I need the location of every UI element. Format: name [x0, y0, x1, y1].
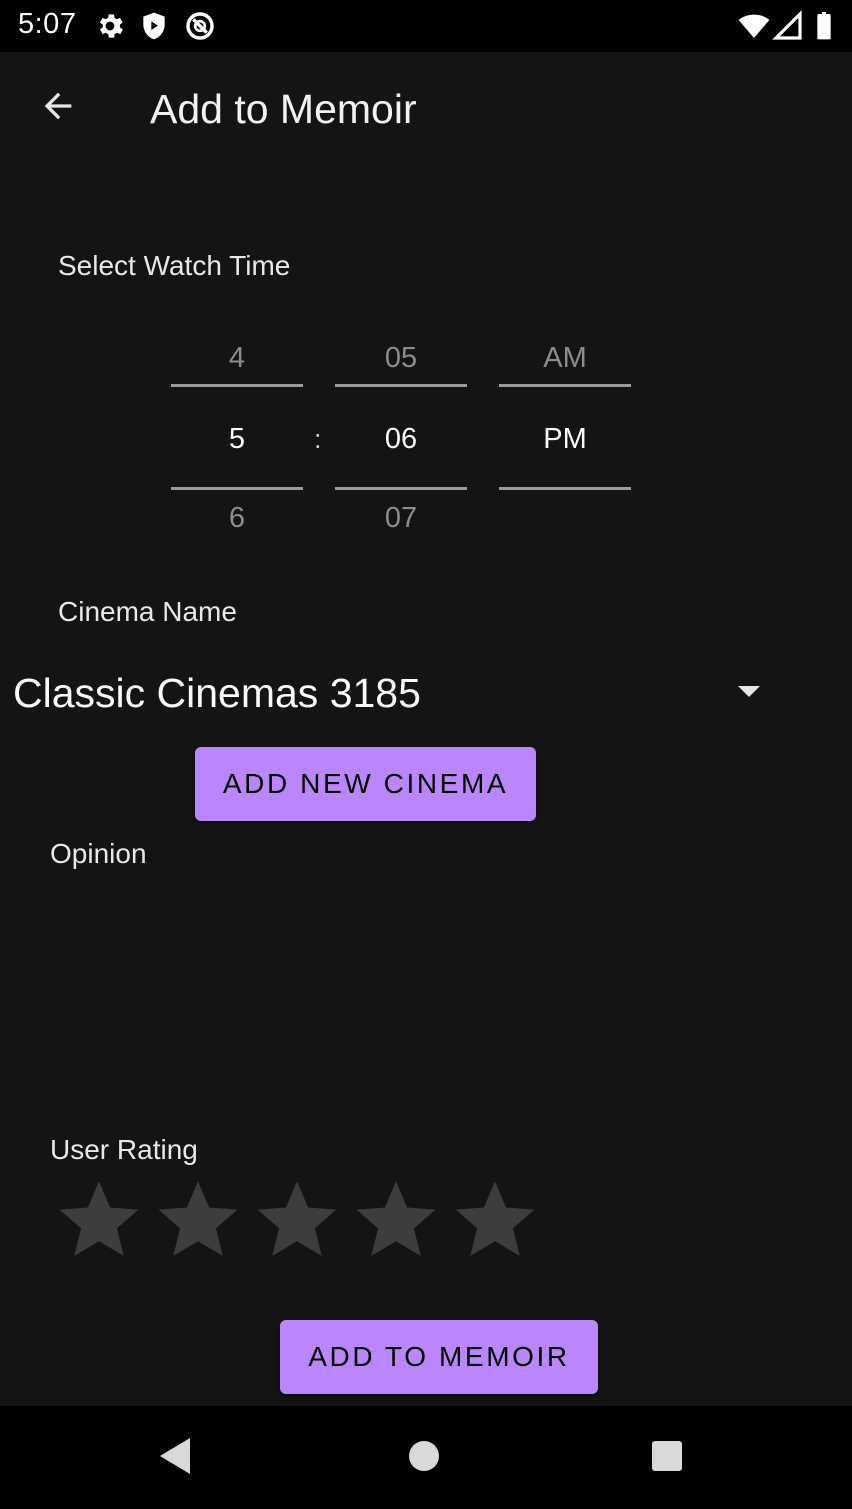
hour-prev[interactable]: 4 [171, 342, 303, 375]
shield-play-icon [138, 10, 170, 42]
home-circle-icon [407, 1439, 441, 1478]
recents-square-icon [651, 1440, 683, 1477]
ampm-prev[interactable]: AM [499, 342, 631, 375]
ampm-divider-top [499, 384, 631, 387]
hour-current[interactable]: 5 [171, 423, 303, 456]
minute-current[interactable]: 06 [335, 423, 467, 456]
settings-icon [94, 10, 126, 42]
ampm-divider-bottom [499, 487, 631, 490]
watch-time-label: Select Watch Time [58, 250, 291, 281]
opinion-input[interactable] [60, 880, 746, 1096]
star-icon[interactable] [254, 1176, 353, 1262]
signal-icon [772, 10, 804, 42]
screen: 5:07 Add to Memoir Select Watch Time 4 5… [0, 0, 852, 1509]
navigation-bar [0, 1406, 852, 1509]
back-triangle-icon [158, 1436, 194, 1481]
opinion-label: Opinion [50, 838, 147, 869]
nav-back-button[interactable] [150, 1432, 202, 1484]
wifi-icon [738, 10, 770, 42]
arrow-back-icon [38, 86, 78, 131]
cinema-selected-value: Classic Cinemas 3185 [13, 670, 421, 716]
status-bar: 5:07 [0, 0, 852, 52]
hour-divider-top [171, 384, 303, 387]
star-icon[interactable] [353, 1176, 452, 1262]
no-sim-icon [184, 10, 216, 42]
rating-bar[interactable] [56, 1176, 551, 1262]
star-icon[interactable] [452, 1176, 551, 1262]
ampm-picker[interactable]: AM PM [499, 330, 631, 540]
app-bar: Add to Memoir [0, 52, 852, 168]
back-button[interactable] [30, 80, 86, 136]
status-time: 5:07 [18, 8, 77, 40]
minute-picker[interactable]: 05 06 07 [335, 330, 467, 540]
star-icon[interactable] [155, 1176, 254, 1262]
user-rating-label: User Rating [50, 1134, 198, 1165]
hour-divider-bottom [171, 487, 303, 490]
minute-next[interactable]: 07 [335, 502, 467, 535]
battery-icon [808, 10, 840, 42]
ampm-current[interactable]: PM [499, 423, 631, 456]
cinema-name-label: Cinema Name [58, 596, 237, 627]
minute-divider-bottom [335, 487, 467, 490]
dropdown-arrow-icon [738, 686, 760, 697]
hour-next[interactable]: 6 [171, 502, 303, 535]
add-new-cinema-button[interactable]: ADD NEW CINEMA [195, 747, 536, 821]
nav-recents-button[interactable] [641, 1432, 693, 1484]
time-separator: : [314, 424, 322, 454]
cinema-dropdown[interactable]: Classic Cinemas 3185 [0, 662, 790, 728]
minute-divider-top [335, 384, 467, 387]
nav-home-button[interactable] [398, 1432, 450, 1484]
hour-picker[interactable]: 4 5 6 [171, 330, 303, 540]
star-icon[interactable] [56, 1176, 155, 1262]
minute-prev[interactable]: 05 [335, 342, 467, 375]
add-to-memoir-button[interactable]: ADD TO MEMOIR [280, 1320, 598, 1394]
page-title: Add to Memoir [150, 86, 417, 132]
